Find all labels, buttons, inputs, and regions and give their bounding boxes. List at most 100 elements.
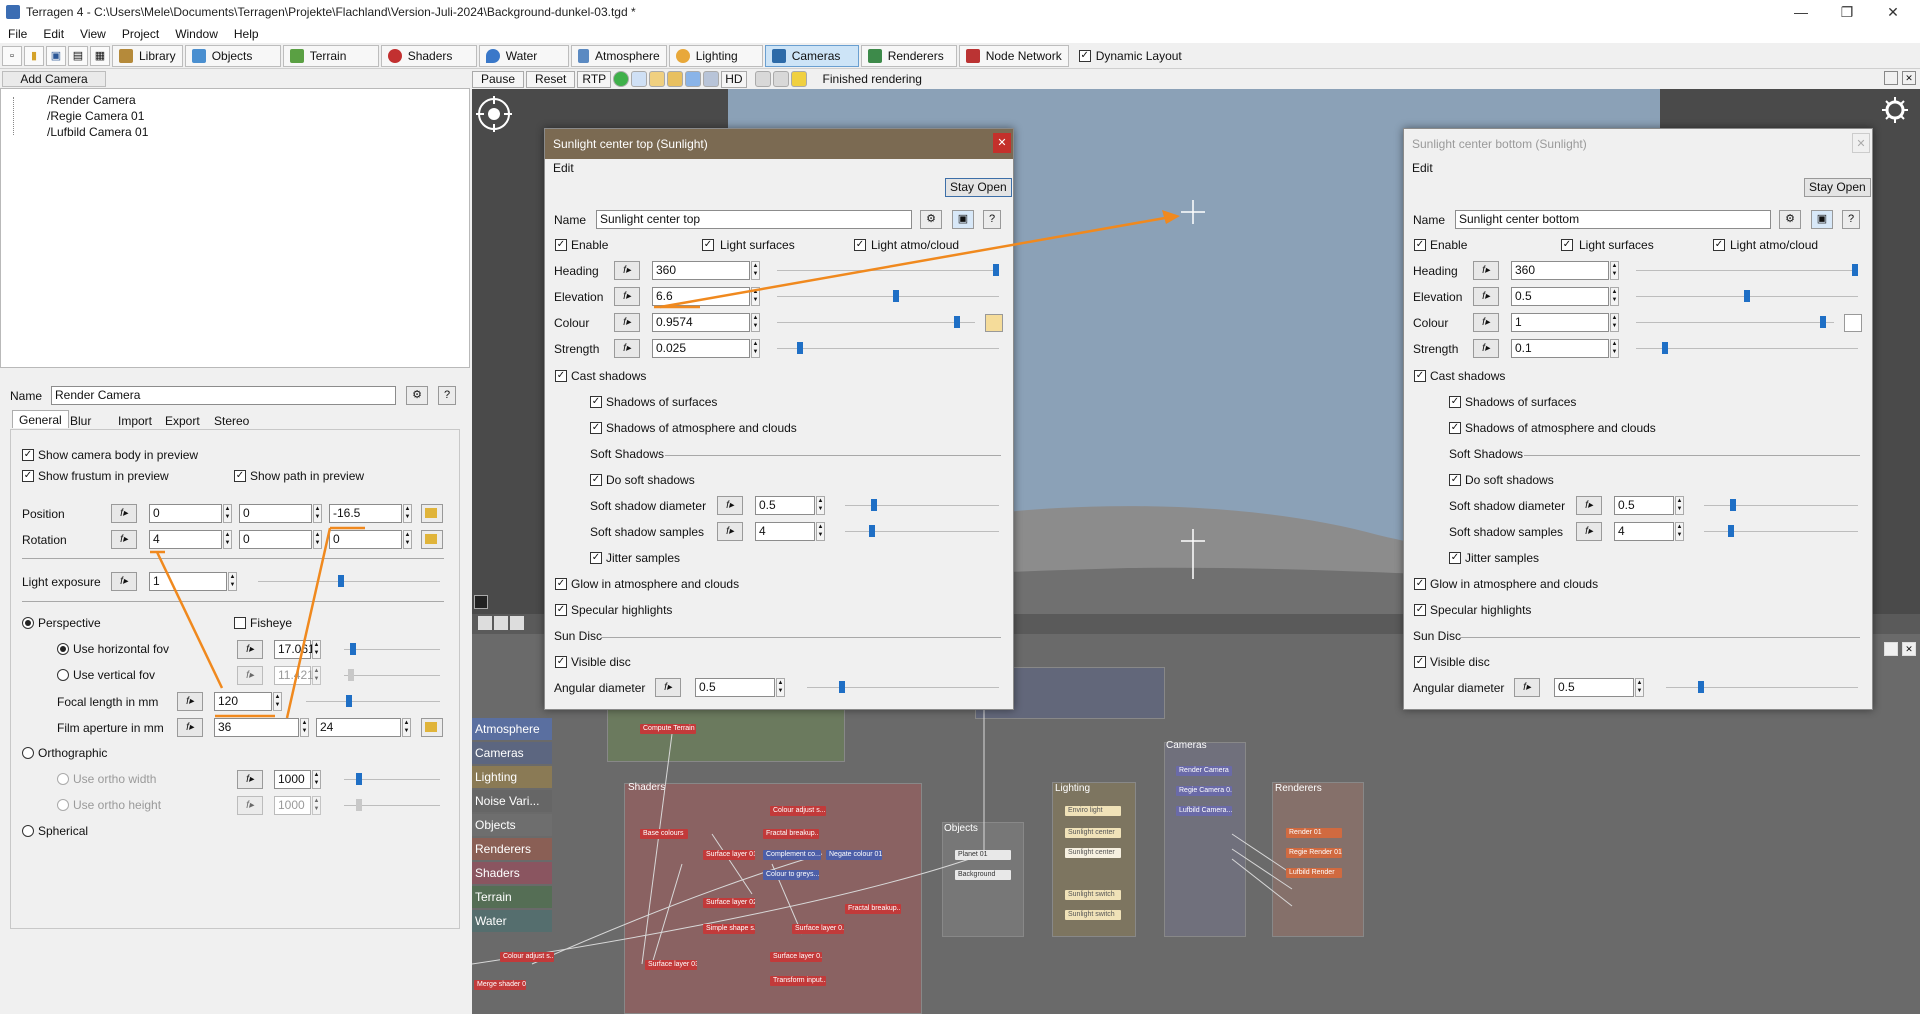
soft-shadow-samples-slider-thumb[interactable] — [1728, 525, 1734, 537]
help-icon[interactable]: ? — [438, 386, 456, 405]
gear-icon[interactable]: ⚙ — [1779, 210, 1801, 229]
tab-general[interactable]: General — [12, 410, 69, 428]
elevation-input[interactable]: 6.6 — [652, 287, 750, 306]
menu-window[interactable]: Window — [175, 27, 218, 41]
show-body-checkbox[interactable]: ✓ — [22, 449, 34, 461]
tab-shaders[interactable]: Shaders — [380, 44, 477, 67]
strength-slider-thumb[interactable] — [797, 342, 803, 354]
menu-view[interactable]: View — [80, 27, 106, 41]
light-exposure-input[interactable]: 1 — [149, 572, 227, 591]
help-icon[interactable]: ? — [983, 210, 1001, 229]
rotation-z-spinner[interactable]: ▲ ▼ — [403, 530, 412, 549]
ortho-height-function-button[interactable]: f▸ — [237, 796, 263, 815]
minimize-button[interactable]: — — [1778, 0, 1824, 24]
angular-diameter-input[interactable]: 0.5 — [695, 678, 775, 697]
perspective-radio[interactable] — [22, 617, 34, 629]
heading-slider-thumb[interactable] — [993, 264, 999, 276]
dynamic-layout-checkbox[interactable]: ✓ — [1078, 49, 1091, 62]
camera-item-lufbild[interactable]: /Lufbild Camera 01 — [47, 125, 148, 139]
ortho-height-input[interactable]: 1000 — [274, 796, 311, 815]
hfov-slider[interactable] — [344, 649, 440, 650]
node-camera-3[interactable]: Lufbild Camera... — [1176, 806, 1232, 816]
colour-swatch[interactable] — [985, 314, 1003, 332]
gear-icon[interactable]: ⚙ — [406, 386, 428, 405]
soft-samples-function-button[interactable]: f▸ — [1576, 522, 1602, 541]
use-hfov-radio[interactable] — [57, 643, 69, 655]
elevation-spinner[interactable]: ▲ ▼ — [1610, 287, 1619, 306]
angular-diameter-slider[interactable] — [1666, 687, 1858, 688]
ortho-height-radio[interactable] — [57, 799, 69, 811]
tab-lighting[interactable]: Lighting — [668, 44, 763, 67]
soft-diameter-function-button[interactable]: f▸ — [1576, 496, 1602, 515]
rotation-x-input[interactable]: 4 — [149, 530, 222, 549]
sunlight-name-input[interactable]: Sunlight center top — [596, 210, 912, 229]
gear-render-icon[interactable] — [703, 71, 720, 87]
soft-shadow-diameter-slider[interactable] — [1704, 505, 1858, 506]
reset-button[interactable]: Reset — [526, 70, 576, 88]
sun-icon[interactable] — [649, 71, 666, 87]
node-light-1[interactable]: Enviro light — [1065, 806, 1121, 816]
strength-spinner[interactable]: ▲ ▼ — [1610, 339, 1619, 358]
hd-button[interactable]: HD — [721, 70, 747, 88]
node-transform-input[interactable]: Transform input... — [770, 976, 826, 986]
light-surfaces-checkbox[interactable]: ✓ — [1561, 239, 1573, 251]
sun-view-icon[interactable] — [1882, 97, 1908, 123]
tab-library[interactable]: Library — [112, 44, 183, 67]
spherical-radio[interactable] — [22, 825, 34, 837]
vfov-function-button[interactable]: f▸ — [237, 666, 263, 685]
colour-slider[interactable] — [777, 322, 975, 323]
angular-diameter-spinner[interactable]: ▲ ▼ — [776, 678, 785, 697]
node-surface-layer-01[interactable]: Surface layer 01 — [703, 850, 755, 860]
soft-diameter-function-button[interactable]: f▸ — [717, 496, 743, 515]
hfov-input[interactable]: 17.061 — [274, 640, 315, 659]
save-icon[interactable]: ▣ — [46, 45, 66, 66]
jitter-samples-checkbox[interactable]: ✓ — [590, 552, 602, 564]
rotation-z-input[interactable]: 0 — [329, 530, 402, 549]
render-preview-icon[interactable]: ▦ — [90, 45, 110, 66]
node-light-2[interactable]: Sunlight center — [1065, 828, 1121, 838]
position-y-spinner[interactable]: ▲ ▼ — [313, 504, 322, 523]
node-light-3[interactable]: Sunlight center — [1065, 848, 1121, 858]
vfov-slider-thumb[interactable] — [348, 669, 354, 681]
gear-icon[interactable]: ⚙ — [920, 210, 942, 229]
angular-diameter-input[interactable]: 0.5 — [1554, 678, 1634, 697]
soft-samples-function-button[interactable]: f▸ — [717, 522, 743, 541]
camera-item-regie[interactable]: /Regie Camera 01 — [47, 109, 144, 123]
light-atmo-checkbox[interactable]: ✓ — [1713, 239, 1725, 251]
do-soft-shadows-checkbox[interactable]: ✓ — [1449, 474, 1461, 486]
edit-menu[interactable]: Edit — [553, 161, 574, 175]
node-object-2[interactable]: Background — [955, 870, 1011, 880]
aperture-height-spinner[interactable]: ▲ ▼ — [402, 718, 411, 737]
ortho-width-spinner[interactable]: ▲ ▼ — [312, 770, 321, 789]
node-renderer-1[interactable]: Render 01 — [1286, 828, 1342, 838]
close-button[interactable]: ✕ — [1870, 0, 1916, 24]
light-surfaces-checkbox[interactable]: ✓ — [702, 239, 714, 251]
glow-checkbox[interactable]: ✓ — [1414, 578, 1426, 590]
help-icon[interactable]: ? — [1842, 210, 1860, 229]
aperture-height-input[interactable]: 24 — [316, 718, 401, 737]
preview-icon[interactable]: ▣ — [952, 210, 974, 229]
strength-spinner[interactable]: ▲ ▼ — [751, 339, 760, 358]
tab-import[interactable]: Import — [112, 412, 158, 430]
menu-help[interactable]: Help — [234, 27, 259, 41]
heading-input[interactable]: 360 — [1511, 261, 1609, 280]
aperture-width-input[interactable]: 36 — [214, 718, 299, 737]
rotation-y-input[interactable]: 0 — [239, 530, 312, 549]
elevation-slider[interactable] — [777, 296, 999, 297]
tab-export[interactable]: Export — [159, 412, 206, 430]
dialog-title-bar[interactable]: Sunlight center bottom (Sunlight) — [1404, 129, 1872, 159]
menu-file[interactable]: File — [8, 27, 27, 41]
soft-shadow-diameter-slider-thumb[interactable] — [1730, 499, 1736, 511]
close-dialog-icon[interactable]: ✕ — [1852, 133, 1870, 153]
node-tool-icon-2[interactable] — [494, 616, 508, 630]
node-base-colours[interactable]: Base colours — [640, 829, 688, 839]
strength-function-button[interactable]: f▸ — [1473, 339, 1499, 358]
open-folder-icon[interactable]: ▮ — [24, 45, 44, 66]
strength-input[interactable]: 0.1 — [1511, 339, 1609, 358]
enable-checkbox[interactable]: ✓ — [1414, 239, 1426, 251]
aperture-function-button[interactable]: f▸ — [177, 718, 203, 737]
tab-stereo[interactable]: Stereo — [208, 412, 255, 430]
light-exposure-spinner[interactable]: ▲ ▼ — [228, 572, 237, 591]
strength-input[interactable]: 0.025 — [652, 339, 750, 358]
menu-edit[interactable]: Edit — [43, 27, 64, 41]
